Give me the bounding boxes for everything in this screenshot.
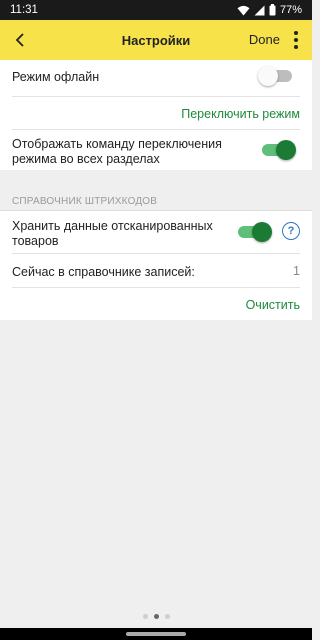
divider bbox=[12, 253, 300, 254]
records-count: 1 bbox=[293, 264, 300, 278]
more-vertical-icon bbox=[294, 31, 298, 35]
mode-settings-card: Режим офлайн Переключить режим Отображат… bbox=[0, 60, 312, 170]
store-scanned-label: Хранить данные отсканированных товаров bbox=[12, 219, 213, 248]
more-button[interactable] bbox=[288, 30, 304, 50]
records-label: Сейчас в справочнике записей: bbox=[12, 265, 195, 279]
page-dot bbox=[164, 614, 170, 619]
divider bbox=[12, 129, 300, 130]
navigation-bar bbox=[0, 628, 312, 640]
signal-icon bbox=[254, 5, 265, 15]
divider bbox=[12, 287, 300, 288]
page-indicator bbox=[0, 614, 312, 619]
offline-mode-toggle[interactable] bbox=[258, 66, 294, 86]
show-switch-command-label: Отображать команду переключения режима в… bbox=[12, 137, 222, 166]
back-button[interactable] bbox=[0, 20, 40, 60]
question-circle-icon[interactable]: ? bbox=[282, 222, 300, 240]
home-indicator[interactable] bbox=[126, 632, 186, 636]
done-button[interactable]: Done bbox=[249, 32, 280, 47]
status-icons: 77% bbox=[237, 4, 302, 16]
barcode-settings-card: Хранить данные отсканированных товаров С… bbox=[0, 210, 312, 320]
page-dot-active bbox=[153, 614, 159, 619]
battery-icon bbox=[269, 4, 276, 16]
app-bar: Настройки Done bbox=[0, 20, 312, 60]
battery-percent: 77% bbox=[279, 4, 302, 16]
wifi-icon bbox=[237, 5, 250, 15]
status-bar: 11:31 77% bbox=[0, 0, 312, 20]
status-time: 11:31 bbox=[10, 4, 38, 16]
divider bbox=[12, 96, 300, 97]
store-scanned-toggle[interactable] bbox=[236, 222, 272, 242]
barcode-section-header: СПРАВОЧНИК ШТРИХКОДОВ bbox=[12, 196, 158, 207]
switch-mode-link[interactable]: Переключить режим bbox=[181, 107, 300, 121]
offline-mode-label: Режим офлайн bbox=[12, 70, 100, 84]
page-dot bbox=[142, 614, 148, 619]
clear-link[interactable]: Очистить bbox=[246, 298, 300, 312]
chevron-left-icon bbox=[15, 33, 24, 47]
show-switch-command-toggle[interactable] bbox=[260, 140, 296, 160]
